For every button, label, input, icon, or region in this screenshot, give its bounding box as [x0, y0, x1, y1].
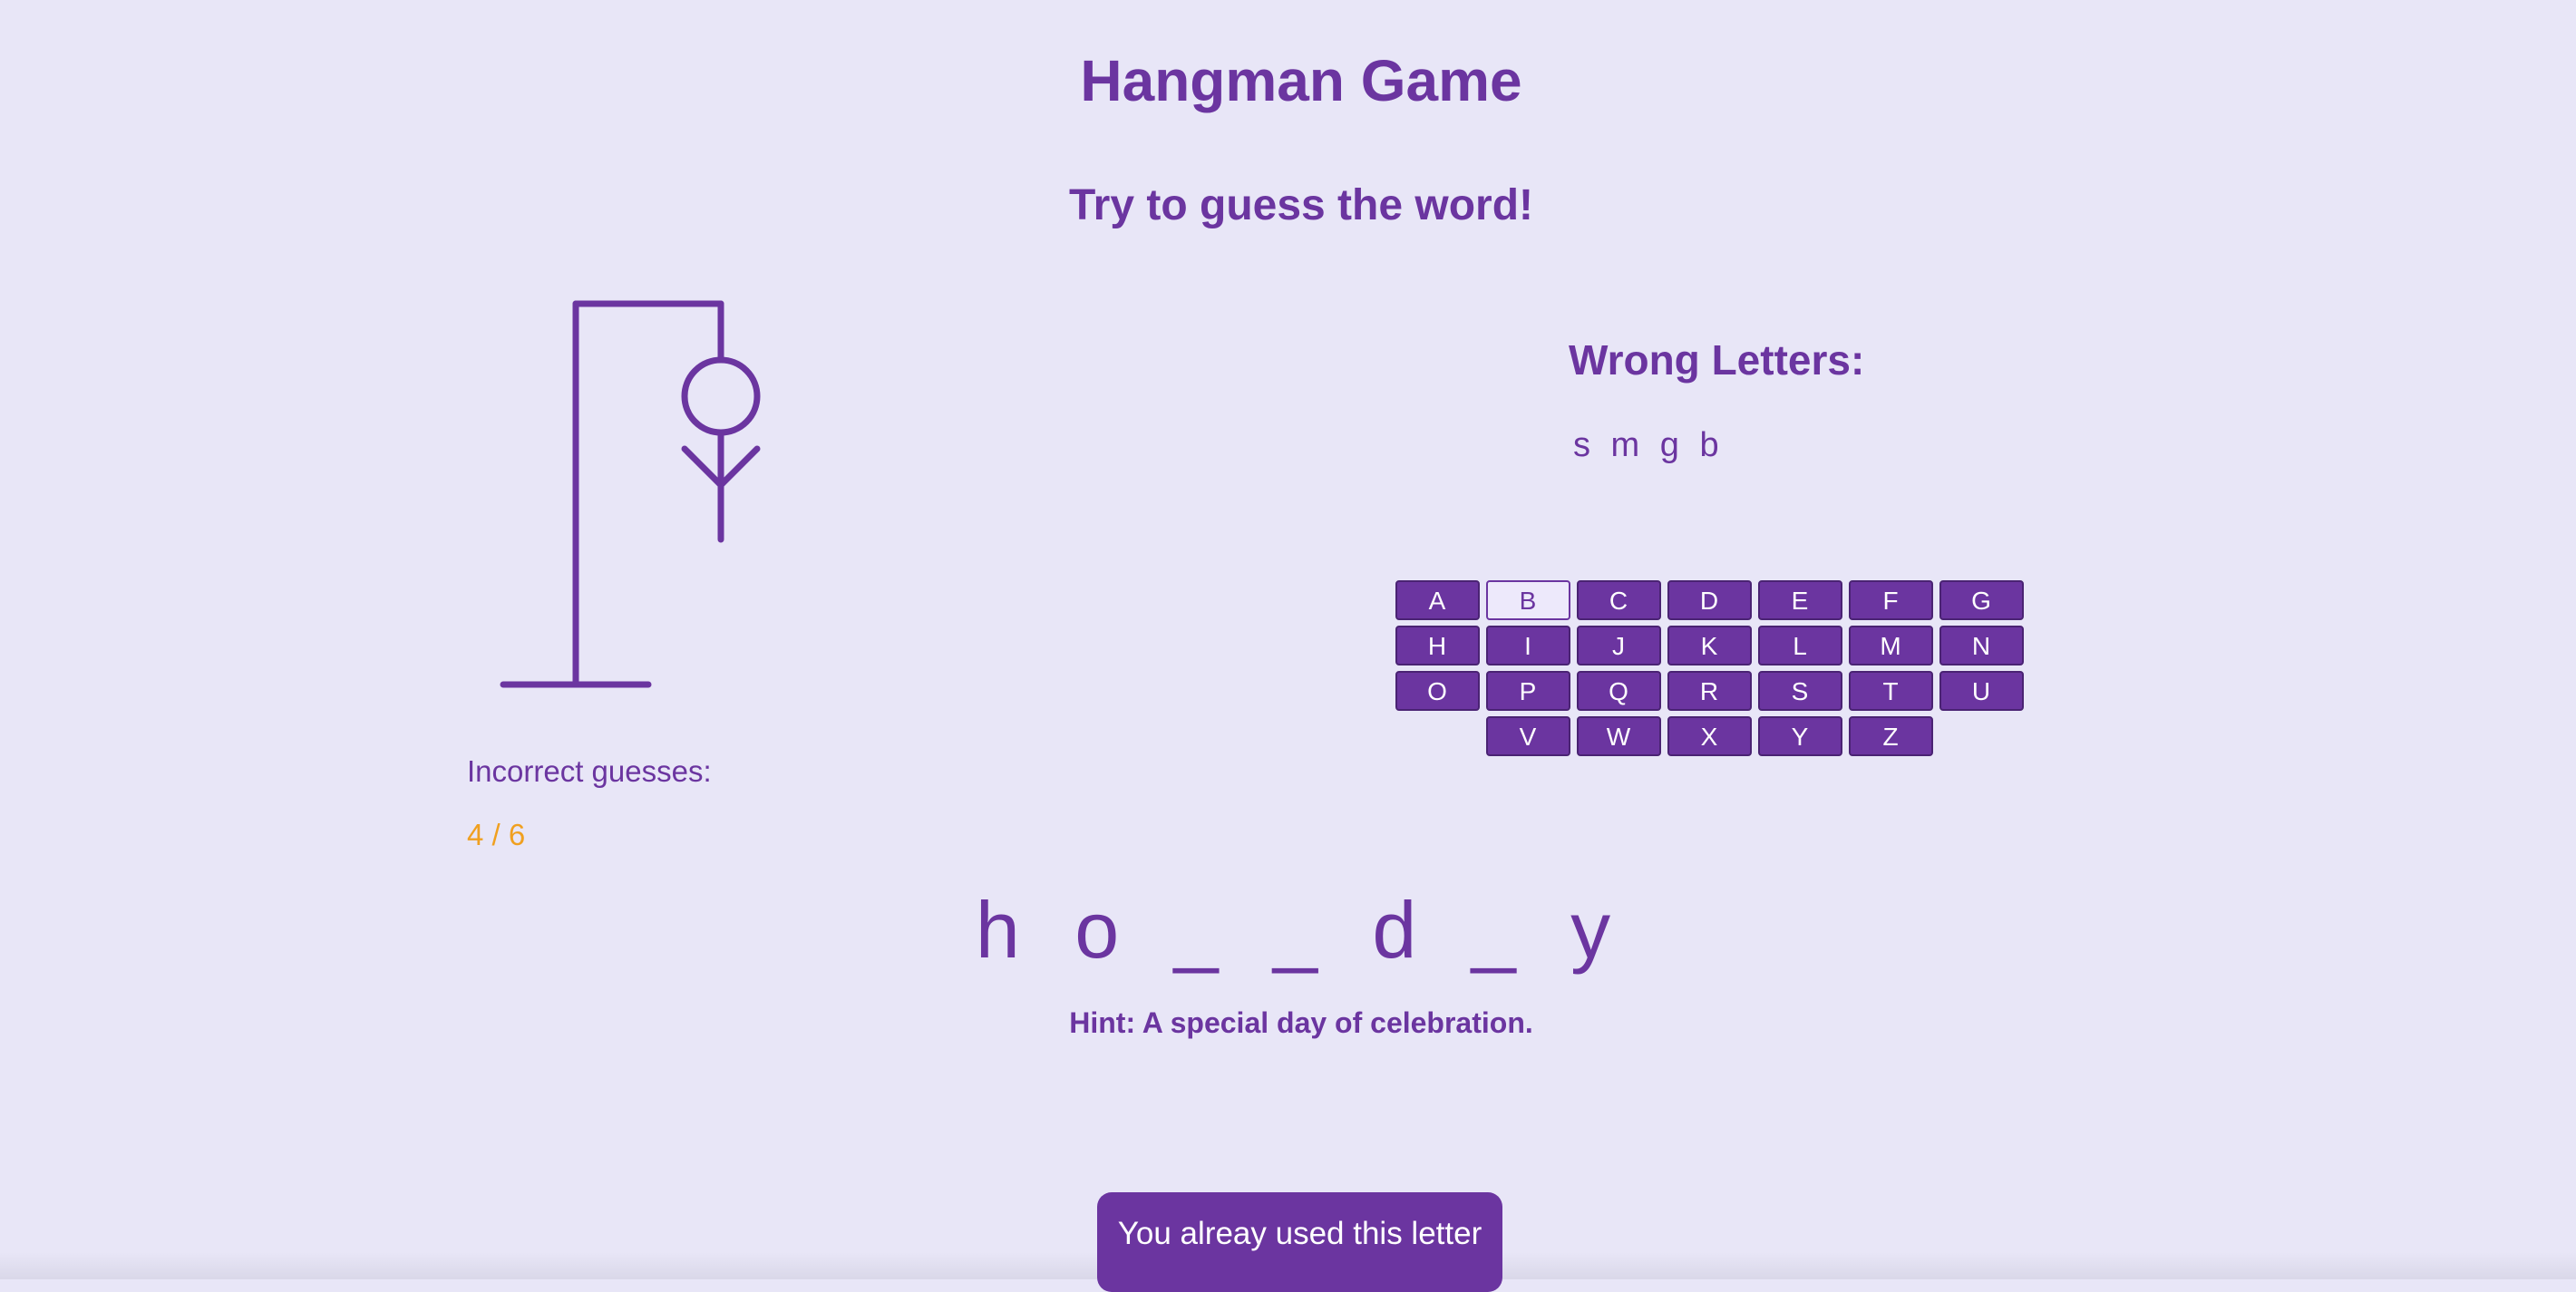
- letter-key-b[interactable]: B: [1485, 580, 1570, 620]
- letter-key-f[interactable]: F: [1848, 580, 1933, 620]
- figure-right-arm: [717, 445, 761, 489]
- letter-key-w[interactable]: W: [1576, 716, 1661, 756]
- letter-key-y[interactable]: Y: [1757, 716, 1842, 756]
- letter-key-h[interactable]: H: [1395, 626, 1480, 665]
- word-display: h o _ _ d _ y: [975, 885, 1628, 975]
- letter-key-s[interactable]: S: [1757, 671, 1842, 711]
- keyboard-row: VWXYZ: [1378, 716, 2040, 756]
- wrong-letters-heading: Wrong Letters:: [1569, 336, 1865, 384]
- letter-key-i[interactable]: I: [1485, 626, 1570, 665]
- letter-key-l[interactable]: L: [1757, 626, 1842, 665]
- incorrect-guesses-count: 4 / 6: [467, 818, 526, 851]
- keyboard-row: HIJKLMN: [1378, 626, 2040, 665]
- keyboard-row: ABCDEFG: [1378, 580, 2040, 620]
- incorrect-guesses-label: Incorrect guesses:: [467, 754, 712, 788]
- letter-key-g[interactable]: G: [1939, 580, 2024, 620]
- letter-keyboard: ABCDEFG HIJKLMN OPQRSTU VWXYZ: [1378, 580, 2040, 762]
- figure-head: [681, 356, 761, 436]
- letter-key-c[interactable]: C: [1576, 580, 1661, 620]
- letter-key-o[interactable]: O: [1395, 671, 1480, 711]
- letter-key-x[interactable]: X: [1667, 716, 1752, 756]
- letter-key-k[interactable]: K: [1667, 626, 1752, 665]
- letter-key-a[interactable]: A: [1395, 580, 1480, 620]
- letter-key-d[interactable]: D: [1667, 580, 1752, 620]
- letter-key-e[interactable]: E: [1757, 580, 1842, 620]
- letter-key-r[interactable]: R: [1667, 671, 1752, 711]
- hangman-figure-icon: [500, 300, 761, 688]
- letter-key-u[interactable]: U: [1939, 671, 2024, 711]
- page-title: Hangman Game: [1080, 48, 1522, 113]
- figure-left-arm: [681, 445, 724, 489]
- letter-key-v[interactable]: V: [1485, 716, 1570, 756]
- letter-key-t[interactable]: T: [1848, 671, 1933, 711]
- letter-key-q[interactable]: Q: [1576, 671, 1661, 711]
- keyboard-row: OPQRSTU: [1378, 671, 2040, 711]
- letter-key-n[interactable]: N: [1939, 626, 2024, 665]
- letter-key-p[interactable]: P: [1485, 671, 1570, 711]
- hint-text: Hint: A special day of celebration.: [1069, 1006, 1533, 1039]
- game-subtitle: Try to guess the word!: [1068, 181, 1534, 229]
- wrong-letters-list: s m g b: [1573, 426, 1725, 464]
- letter-key-z[interactable]: Z: [1848, 716, 1933, 756]
- letter-key-m[interactable]: M: [1848, 626, 1933, 665]
- letter-key-j[interactable]: J: [1576, 626, 1661, 665]
- toast-notification: You alreay used this letter: [1097, 1192, 1502, 1292]
